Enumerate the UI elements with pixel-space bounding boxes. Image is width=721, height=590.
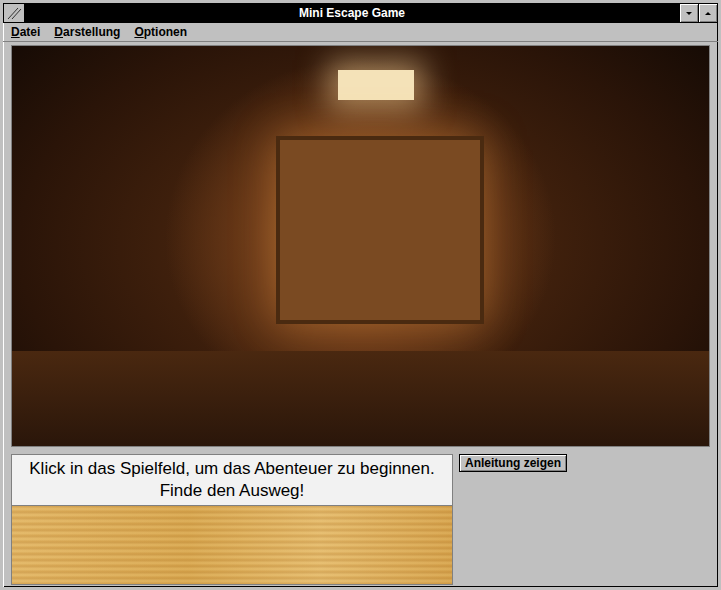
message-panel: Klick in das Spielfeld, um das Abenteuer…: [11, 454, 453, 585]
menu-item[interactable]: Datei: [11, 25, 40, 39]
game-scene[interactable]: [11, 45, 710, 447]
message-text: Klick in das Spielfeld, um das Abenteuer…: [12, 455, 452, 506]
minimize-icon: [686, 12, 692, 15]
maximize-icon: [705, 12, 711, 15]
app-window: Mini Escape Game Datei Darstellung Optionen…: [0, 0, 721, 590]
menu-item[interactable]: Optionen: [134, 25, 187, 39]
system-menu-icon[interactable]: [4, 4, 25, 22]
skylight: [338, 70, 414, 100]
stone-door: [276, 136, 484, 324]
instructions-button[interactable]: Anleitung zeigen: [459, 454, 567, 472]
window-title: Mini Escape Game: [25, 6, 679, 20]
inventory-area: [12, 506, 452, 584]
stone-floor: [12, 351, 709, 446]
title-bar: Mini Escape Game: [3, 3, 718, 23]
maximize-button[interactable]: [698, 4, 717, 22]
menu-bar: Datei Darstellung Optionen: [3, 23, 718, 42]
minimize-button[interactable]: [679, 4, 698, 22]
menu-item[interactable]: Darstellung: [54, 25, 120, 39]
